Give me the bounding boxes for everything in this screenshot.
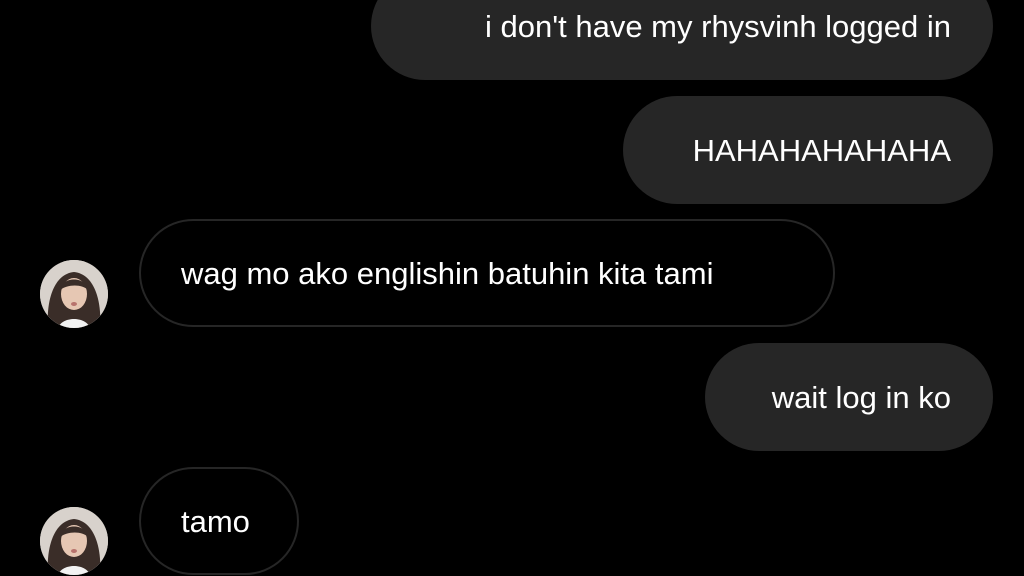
- message-bubble-received[interactable]: tamo: [139, 467, 299, 575]
- sender-avatar[interactable]: [40, 507, 108, 575]
- avatar-photo-icon: [40, 260, 108, 328]
- message-bubble-sent[interactable]: HAHAHAHAHAHA: [623, 96, 993, 204]
- message-text: wait log in ko: [771, 379, 951, 415]
- message-text: HAHAHAHAHAHA: [692, 132, 951, 168]
- sender-avatar[interactable]: [40, 260, 108, 328]
- chat-thread: i don't have my rhysvinh logged in HAHAH…: [0, 0, 1024, 576]
- message-text: tamo: [181, 503, 250, 539]
- avatar-photo-icon: [40, 507, 108, 575]
- message-text: wag mo ako englishin batuhin kita tami: [181, 255, 714, 291]
- message-bubble-sent[interactable]: i don't have my rhysvinh logged in: [371, 0, 993, 80]
- message-text: i don't have my rhysvinh logged in: [484, 8, 951, 44]
- message-bubble-sent[interactable]: wait log in ko: [705, 343, 993, 451]
- message-bubble-received[interactable]: wag mo ako englishin batuhin kita tami: [139, 219, 835, 327]
